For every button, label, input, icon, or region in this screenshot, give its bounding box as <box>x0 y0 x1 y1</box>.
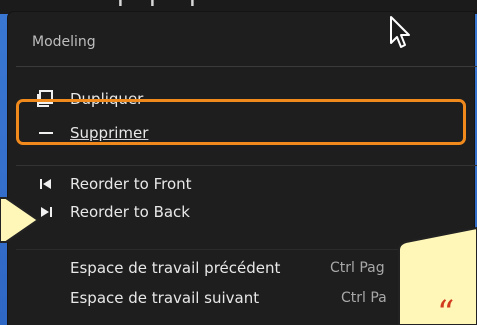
menu-item-label: Espace de travail précédent <box>70 259 281 277</box>
toolbar-glyph: ı <box>190 0 195 10</box>
menu-title: Modeling <box>32 34 96 50</box>
shortcut-label: Ctrl Pa <box>341 290 387 306</box>
callout-bubble-left <box>0 196 40 244</box>
menu-item-reorder-to-back[interactable]: Reorder to Back <box>34 198 190 226</box>
shortcut-label: Ctrl Pag <box>330 260 385 276</box>
mouse-cursor-icon <box>386 14 414 54</box>
menu-item-next-workspace[interactable]: Espace de travail suivant <box>70 284 259 312</box>
menu-title-separator <box>16 66 477 67</box>
screenshot-stage: ı ı ı Modeling Dupliquer Supprimer Reord… <box>0 0 477 325</box>
toolbar-glyph: ı <box>150 0 155 10</box>
menu-item-reorder-to-front[interactable]: Reorder to Front <box>34 170 192 198</box>
menu-separator <box>16 165 477 166</box>
toolbar-glyph: ı <box>118 0 123 10</box>
reorder-front-icon <box>34 174 58 194</box>
menu-item-previous-workspace[interactable]: Espace de travail précédent <box>70 254 280 282</box>
highlight-box <box>16 99 466 145</box>
menu-item-label: Espace de travail suivant <box>70 289 260 307</box>
menu-item-label: Reorder to Front <box>70 175 192 193</box>
callout-quote-mark: “ <box>437 293 455 325</box>
menu-item-label: Reorder to Back <box>70 203 190 221</box>
